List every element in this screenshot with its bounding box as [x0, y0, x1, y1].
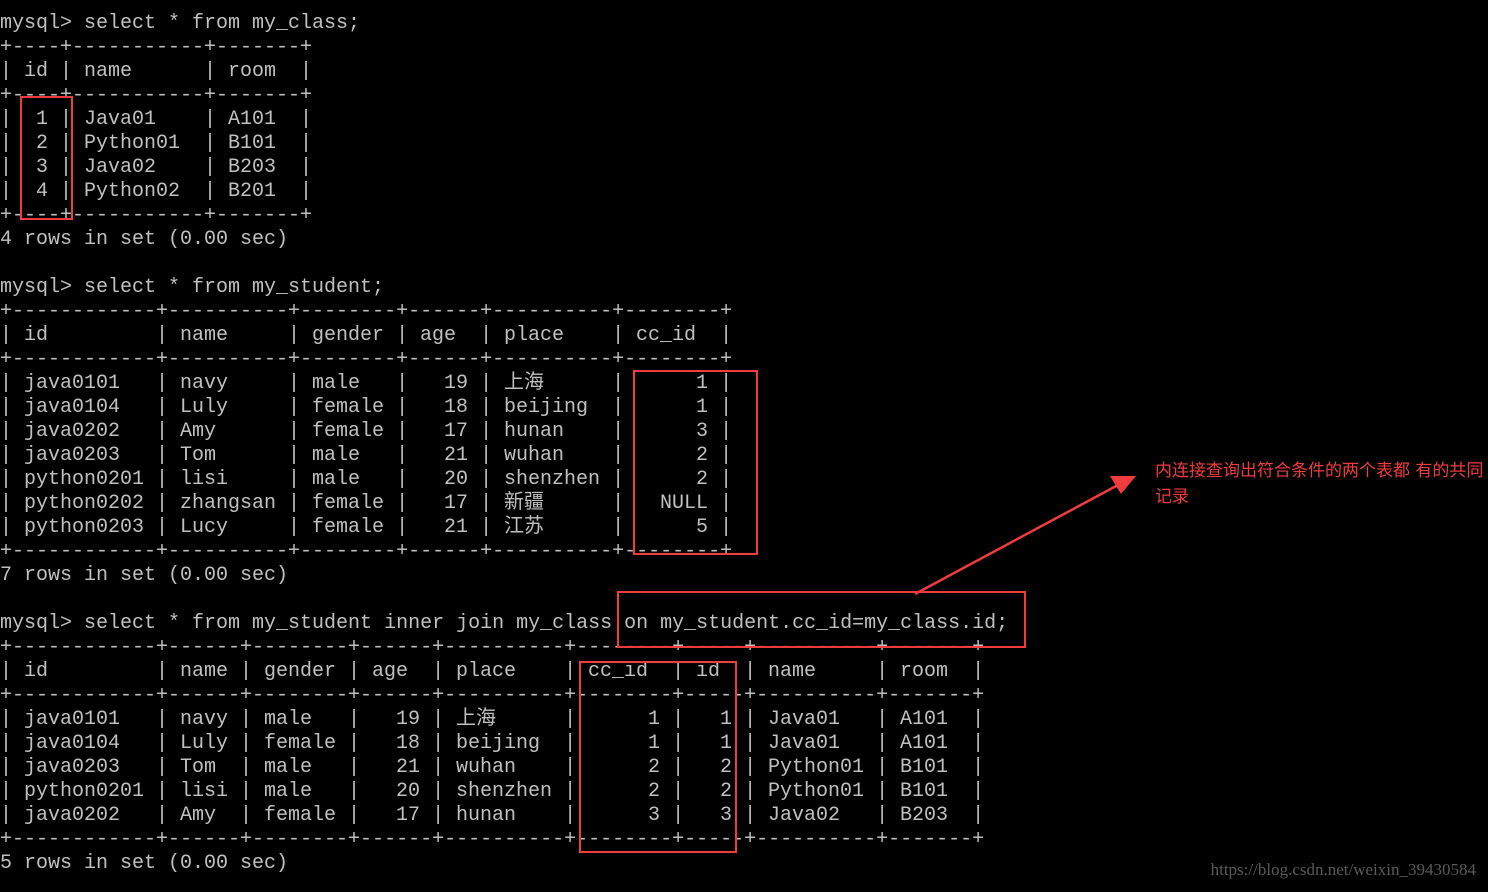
- arrow-icon: [914, 476, 1136, 596]
- watermark: https://blog.csdn.net/weixin_39430584: [1210, 860, 1476, 879]
- terminal-window: { "commands": [ "mysql> select * from my…: [0, 0, 1488, 892]
- annotation-text: 内连接查询出符合条件的两个表都 有的共同记录: [1155, 461, 1484, 507]
